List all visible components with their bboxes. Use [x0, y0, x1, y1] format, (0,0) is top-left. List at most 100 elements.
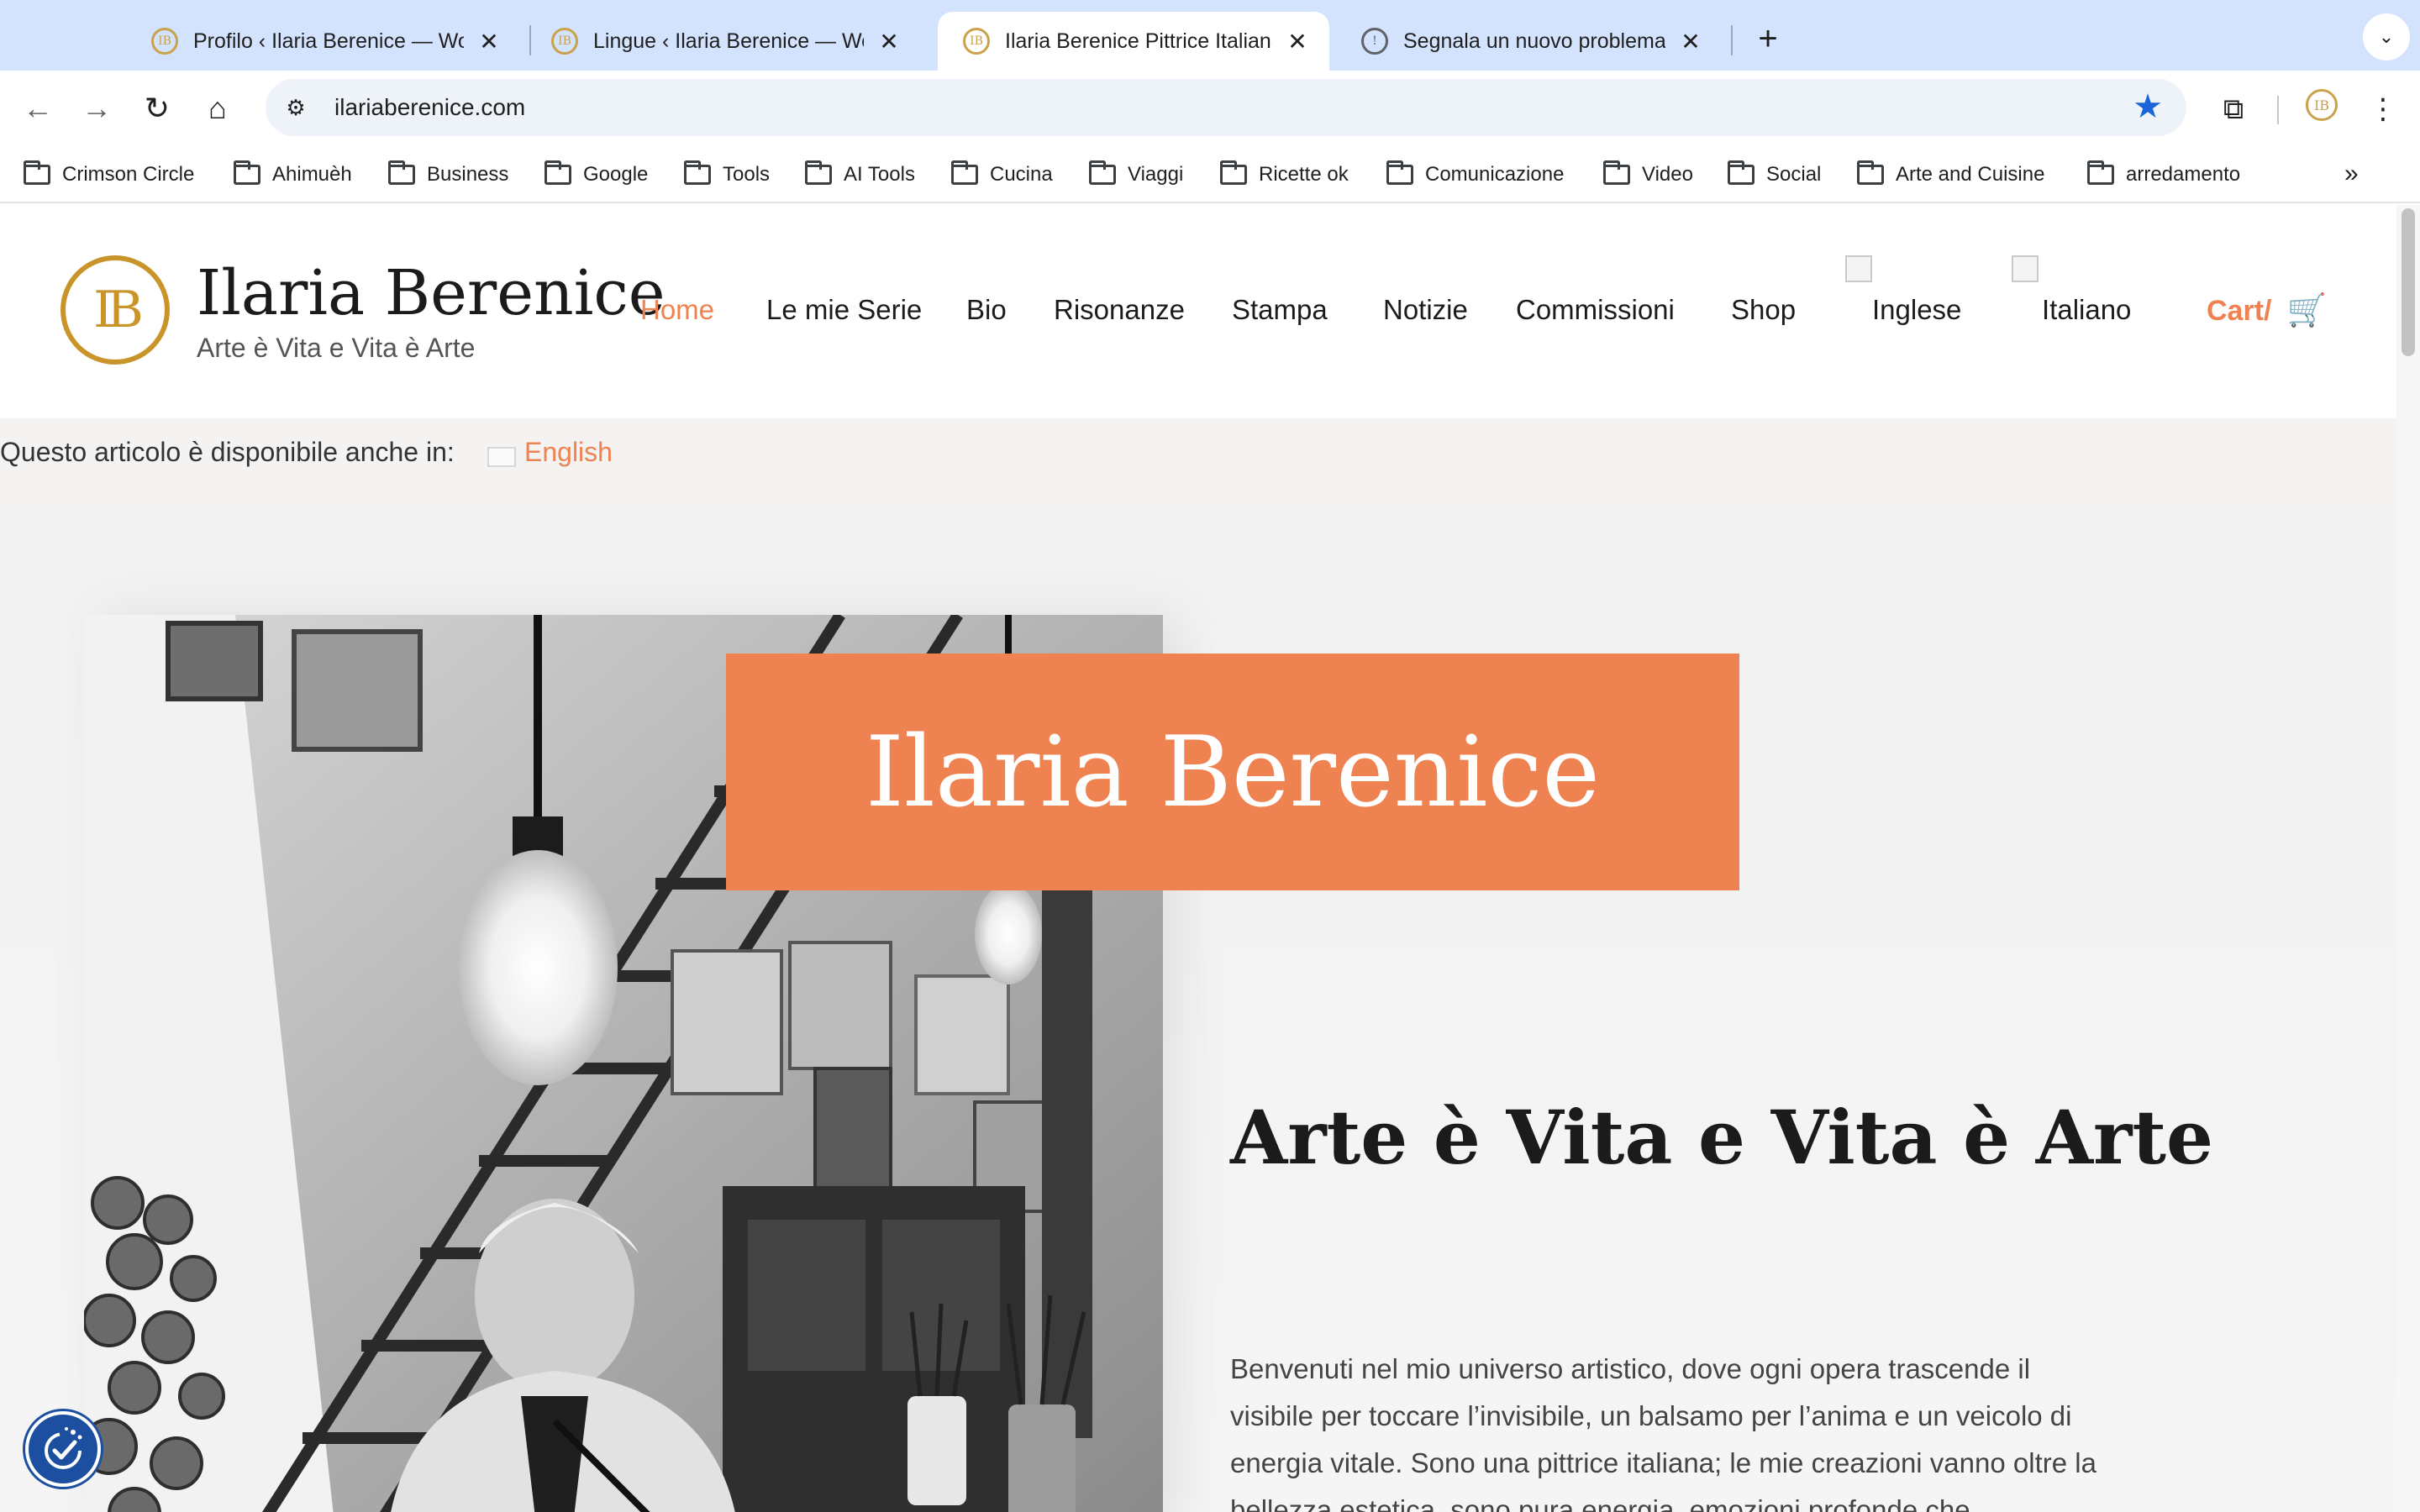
tab-separator [1731, 25, 1733, 55]
folder-icon [24, 160, 50, 185]
tab-title: Ilaria Berenice Pittrice Italiana [1005, 29, 1272, 53]
bookmark-folder[interactable]: Ahimuèh [234, 158, 352, 192]
bookmark-label: Video [1642, 163, 1693, 186]
site-header: IB Ilaria Berenice Arte è Vita e Vita è … [0, 205, 2396, 418]
site-title[interactable]: Ilaria Berenice [197, 257, 666, 329]
bookmark-label: Arte and Cuisine [1896, 163, 2045, 186]
broken-flag-image-icon [1845, 255, 1872, 282]
bookmarks-overflow-icon[interactable]: » [2344, 160, 2359, 188]
nav-risonanze[interactable]: Risonanze [1054, 294, 1185, 326]
folder-icon [1089, 160, 1116, 185]
close-icon[interactable]: ✕ [876, 28, 902, 55]
site-logo-icon[interactable]: IB [60, 255, 170, 365]
browser-tab-lingue[interactable]: IB Lingue ‹ Ilaria Berenice — Wo ✕ [526, 12, 921, 71]
forward-arrow-icon[interactable]: → [76, 87, 118, 129]
bookmark-folder[interactable]: Crimson Circle [24, 158, 194, 192]
bookmark-folder[interactable]: Arte and Cuisine [1857, 158, 2044, 192]
nav-italiano[interactable]: Italiano [2042, 294, 2131, 326]
bookmark-label: arredamento [2126, 163, 2241, 186]
nav-shop[interactable]: Shop [1731, 294, 1796, 326]
bookmark-star-icon[interactable]: ★ [2133, 87, 2163, 126]
ib-logo-icon: IB [551, 28, 578, 55]
folder-icon [684, 160, 711, 185]
tab-title: Segnala un nuovo problema - [1403, 29, 1665, 53]
bookmark-label: Crimson Circle [62, 163, 195, 186]
nav-le-mie-serie[interactable]: Le mie Serie [766, 294, 922, 326]
address-bar[interactable]: ⚙ ilariaberenice.com ★ [266, 79, 2186, 136]
nav-notizie[interactable]: Notizie [1383, 294, 1468, 326]
accessibility-check-icon [45, 1427, 82, 1469]
bookmark-label: Tools [723, 163, 771, 186]
page-scrollbar[interactable] [2396, 205, 2420, 1512]
browser-toolbar: ← → ↻ ⌂ ⚙ ilariaberenice.com ★ ⧉ ⋮ [0, 71, 2420, 144]
reload-icon[interactable]: ↻ [136, 87, 178, 129]
folder-icon [544, 160, 571, 185]
bookmarks-bar: Crimson Circle Ahimuèh Business Google T… [0, 144, 2420, 203]
site-settings-icon[interactable]: ⚙ [277, 89, 314, 126]
bookmark-folder[interactable]: Viaggi [1089, 158, 1183, 192]
language-notice-text: Questo articolo è disponibile anche in: [0, 437, 455, 467]
bookmark-label: Viaggi [1128, 163, 1184, 186]
logo-monogram: IB [93, 281, 144, 339]
bookmark-folder[interactable]: Cucina [951, 158, 1053, 192]
bookmark-label: Ahimuèh [272, 163, 352, 186]
new-tab-plus-icon[interactable]: + [1744, 15, 1791, 62]
folder-icon [805, 160, 832, 185]
bookmark-label: Cucina [990, 163, 1053, 186]
nav-home[interactable]: Home [640, 294, 714, 326]
home-icon[interactable]: ⌂ [197, 87, 239, 129]
nav-stampa[interactable]: Stampa [1232, 294, 1328, 326]
profile-avatar-icon[interactable]: IB [2306, 89, 2338, 121]
bookmark-folder[interactable]: Tools [684, 158, 770, 192]
browser-tab-strip: IB Profilo ‹ Ilaria Berenice — Wor ✕ IB … [0, 0, 2420, 71]
folder-icon [234, 160, 260, 185]
english-version-link[interactable]: English [524, 437, 613, 468]
bookmark-folder[interactable]: Social [1728, 158, 1821, 192]
bookmark-folder[interactable]: Google [544, 158, 648, 192]
bookmark-folder[interactable]: Comunicazione [1386, 158, 1564, 192]
close-icon[interactable]: ✕ [476, 28, 502, 55]
browser-tab-segnala[interactable]: ! Segnala un nuovo problema - ✕ [1336, 12, 1723, 71]
site-tagline: Arte è Vita e Vita è Arte [197, 333, 476, 363]
browser-tab-active[interactable]: IB Ilaria Berenice Pittrice Italiana ✕ [938, 12, 1329, 71]
accessibility-widget-button[interactable] [25, 1411, 101, 1487]
bookmark-folder[interactable]: AI Tools [805, 158, 915, 192]
folder-icon [951, 160, 978, 185]
hero-motto: Arte è Vita e Vita è Arte [1230, 1094, 2213, 1181]
shopping-cart-icon: 🛒 [2286, 293, 2327, 328]
bookmark-label: Social [1766, 163, 1822, 186]
bookmark-label: Ricette ok [1259, 163, 1349, 186]
artist-name: Ilaria Berenice [865, 715, 1601, 829]
back-arrow-icon[interactable]: ← [17, 87, 59, 129]
extensions-puzzle-icon[interactable]: ⧉ [2212, 87, 2255, 131]
ib-logo-icon: IB [963, 28, 990, 55]
hero-section: Ilaria Berenice Arte è Vita e Vita è Art… [0, 506, 2396, 1512]
close-icon[interactable]: ✕ [1284, 28, 1311, 55]
language-notice-bar: Questo articolo è disponibile anche in: … [0, 418, 2396, 506]
bookmark-folder[interactable]: arredamento [2087, 158, 2240, 192]
artist-name-banner: Ilaria Berenice [726, 654, 1739, 890]
bookmark-folder[interactable]: Business [388, 158, 508, 192]
browser-menu-icon[interactable]: ⋮ [2361, 87, 2405, 131]
tab-search-chevron-icon[interactable]: ⌄ [2363, 13, 2410, 60]
english-flag-icon [487, 447, 516, 467]
folder-icon [388, 160, 415, 185]
folder-icon [1386, 160, 1413, 185]
folder-icon [1603, 160, 1630, 185]
bookmark-label: AI Tools [844, 163, 915, 186]
url-text[interactable]: ilariaberenice.com [334, 94, 525, 121]
bug-report-icon: ! [1361, 28, 1388, 55]
toolbar-separator [2277, 96, 2279, 124]
scrollbar-thumb[interactable] [2402, 208, 2415, 356]
broken-flag-image-icon [2012, 255, 2039, 282]
nav-bio[interactable]: Bio [966, 294, 1007, 326]
nav-inglese[interactable]: Inglese [1872, 294, 1961, 326]
folder-icon [1857, 160, 1884, 185]
browser-tab-profilo[interactable]: IB Profilo ‹ Ilaria Berenice — Wor ✕ [126, 12, 521, 71]
bookmark-folder[interactable]: Video [1603, 158, 1693, 192]
bookmark-folder[interactable]: Ricette ok [1220, 158, 1349, 192]
close-icon[interactable]: ✕ [1677, 28, 1704, 55]
cart-link[interactable]: Cart/ 🛒 [2207, 292, 2327, 329]
nav-commissioni[interactable]: Commissioni [1516, 294, 1675, 326]
tab-title: Profilo ‹ Ilaria Berenice — Wor [193, 29, 464, 53]
